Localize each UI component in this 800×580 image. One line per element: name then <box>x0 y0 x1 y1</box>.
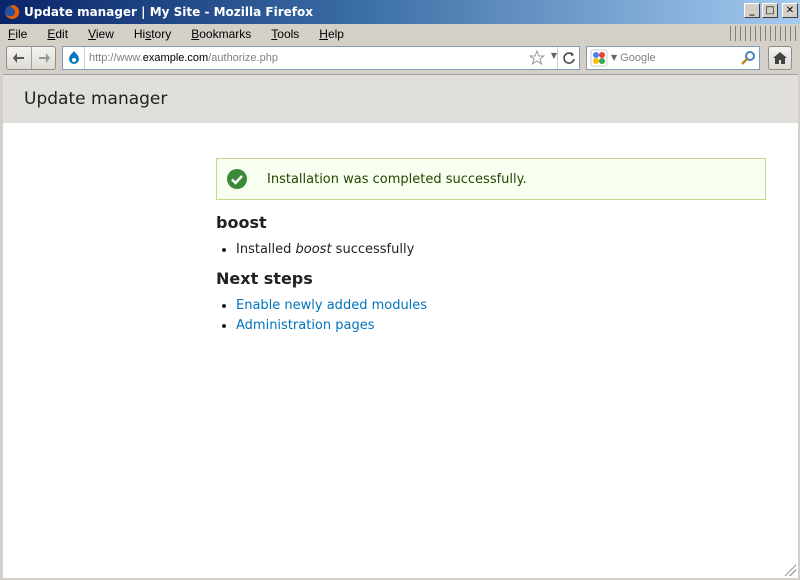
list-item: Administration pages <box>216 316 766 336</box>
window-title: Update manager | My Site - Mozilla Firef… <box>24 5 313 19</box>
close-icon: ✕ <box>785 4 795 16</box>
administration-pages-link[interactable]: Administration pages <box>236 318 375 333</box>
main-content: Installation was completed successfully.… <box>216 158 766 336</box>
menu-file[interactable]: File <box>6 27 29 41</box>
list-item: Enable newly added modules <box>216 296 766 316</box>
search-bar[interactable]: ▼ Google <box>586 45 760 70</box>
menu-bar: File Edit View History Bookmarks Tools H… <box>0 24 800 43</box>
reload-icon <box>562 51 575 64</box>
window-resize-grip[interactable] <box>784 564 796 576</box>
project-heading: boost <box>216 213 267 232</box>
minimize-button[interactable]: _ <box>744 3 760 18</box>
next-steps-list: Enable newly added modules Administratio… <box>216 296 766 336</box>
back-button[interactable] <box>7 47 31 69</box>
search-magnifier-icon[interactable] <box>740 50 756 66</box>
status-message-text: Installation was completed successfully. <box>267 171 527 187</box>
toolbar-grip[interactable] <box>730 26 796 41</box>
install-result-list: Installed boost successfully <box>216 240 766 260</box>
home-button[interactable] <box>768 45 792 70</box>
url-text: http://www.example.com/authorize.php <box>89 51 278 64</box>
page-content: Update manager Installation was complete… <box>3 74 798 578</box>
window-title-bar[interactable]: Update manager | My Site - Mozilla Firef… <box>0 0 800 24</box>
minimize-icon: _ <box>749 4 755 16</box>
menu-edit[interactable]: Edit <box>45 27 70 41</box>
google-icon[interactable] <box>590 49 608 67</box>
forward-button[interactable] <box>31 46 55 69</box>
url-bar[interactable]: http://www.example.com/authorize.php ▼ <box>62 45 580 70</box>
menu-bookmarks[interactable]: Bookmarks <box>189 27 253 41</box>
star-icon[interactable] <box>529 49 545 66</box>
navigation-toolbar: http://www.example.com/authorize.php ▼ ▼… <box>0 43 800 72</box>
drupal-site-icon <box>68 50 79 64</box>
back-arrow-icon <box>13 52 24 63</box>
next-steps-heading: Next steps <box>216 269 313 288</box>
search-input[interactable]: Google <box>620 52 655 64</box>
maximize-button[interactable]: □ <box>762 3 778 18</box>
site-identity-button[interactable] <box>63 46 85 69</box>
menu-view[interactable]: View <box>86 27 116 41</box>
page-header: Update manager <box>3 75 798 123</box>
menu-help[interactable]: Help <box>317 27 346 41</box>
page-title: Update manager <box>24 89 168 109</box>
home-icon <box>773 51 787 64</box>
status-message: Installation was completed successfully. <box>216 158 766 200</box>
menu-history[interactable]: History <box>132 27 173 41</box>
search-engine-dropdown-icon[interactable]: ▼ <box>611 53 617 62</box>
list-item: Installed boost successfully <box>216 240 766 260</box>
forward-arrow-icon <box>38 52 50 63</box>
menu-tools[interactable]: Tools <box>269 27 301 41</box>
firefox-icon <box>5 4 20 19</box>
checkmark-icon <box>227 169 247 189</box>
maximize-icon: □ <box>765 4 775 16</box>
back-forward-group <box>6 45 56 70</box>
reload-button[interactable] <box>557 46 579 69</box>
close-button[interactable]: ✕ <box>782 3 798 18</box>
enable-modules-link[interactable]: Enable newly added modules <box>236 298 427 313</box>
